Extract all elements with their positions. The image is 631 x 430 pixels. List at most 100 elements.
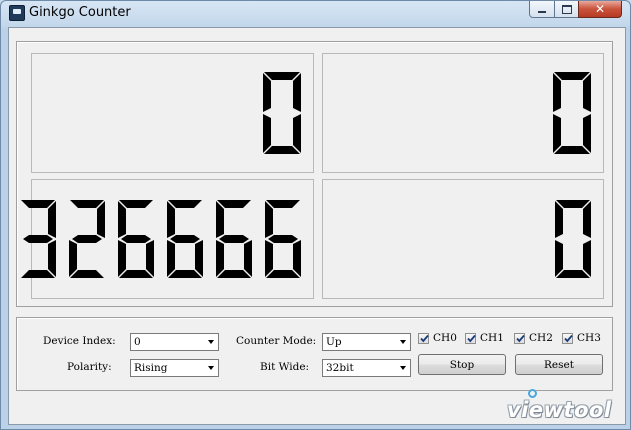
segment-f [167, 201, 175, 238]
segment-a [556, 200, 590, 208]
digit-0 [555, 200, 591, 278]
segment-g [121, 235, 151, 243]
ch3-checkbox[interactable]: CH3 [562, 331, 601, 345]
digit-2 [69, 200, 105, 278]
bit-wide-value: 32bit [326, 362, 354, 374]
digit-0 [263, 72, 301, 154]
digit-6 [167, 200, 203, 278]
counter-value-2 [553, 54, 603, 172]
viewtool-logo: viewtool [507, 388, 625, 422]
ch1-checkbox[interactable]: CH1 [465, 331, 504, 345]
stop-button[interactable]: Stop [418, 354, 506, 375]
segment-c [195, 240, 203, 277]
segment-d [556, 270, 590, 278]
seven-segment-display [263, 72, 301, 154]
chevron-down-icon [207, 340, 214, 344]
segment-b [48, 201, 56, 238]
counter-panel-4 [322, 179, 604, 299]
chevron-down-icon [207, 366, 214, 370]
segment-a [264, 72, 300, 80]
counter-panel-3 [21, 179, 314, 299]
close-icon: ✕ [594, 2, 606, 16]
segment-b [97, 201, 105, 238]
device-index-value: 0 [134, 336, 141, 348]
ch2-label: CH2 [529, 332, 553, 344]
chevron-down-icon [399, 340, 406, 344]
counter-display-group [16, 41, 613, 307]
segment-e [555, 240, 563, 277]
ch2-check-box[interactable] [514, 332, 525, 344]
ch2-checkbox[interactable]: CH2 [514, 331, 553, 345]
counter-mode-select[interactable]: Up [322, 333, 411, 351]
ch0-check-box[interactable] [418, 332, 429, 344]
ch0-label: CH0 [433, 332, 457, 344]
polarity-select[interactable]: Rising [130, 359, 219, 377]
ch3-label: CH3 [577, 332, 601, 344]
segment-d [266, 270, 300, 278]
segment-d [217, 270, 251, 278]
segment-g [23, 235, 53, 243]
segment-c [293, 240, 301, 277]
segment-e [118, 240, 126, 277]
segment-b [583, 73, 591, 112]
control-group: Device Index: 0 Polarity: Rising Counter… [16, 317, 613, 391]
segment-b [583, 201, 591, 238]
segment-e [167, 240, 175, 277]
minimize-icon [538, 10, 546, 13]
digit-3 [21, 200, 56, 278]
polarity-value: Rising [134, 362, 168, 374]
digit-6 [216, 200, 252, 278]
ch1-check-box[interactable] [465, 332, 476, 344]
title-bar[interactable]: Ginkgo Counter ✕ [1, 1, 630, 25]
segment-f [118, 201, 126, 238]
segment-d [119, 270, 153, 278]
minimize-button[interactable] [529, 1, 555, 18]
bit-wide-label: Bit Wide: [260, 361, 310, 373]
ch1-label: CH1 [480, 332, 504, 344]
counter-value-4 [555, 180, 603, 298]
segment-g [268, 235, 298, 243]
segment-e [216, 240, 224, 277]
app-icon [9, 5, 25, 21]
segment-e [553, 114, 561, 153]
maximize-button[interactable] [554, 1, 579, 18]
segment-a [554, 72, 590, 80]
segment-c [583, 240, 591, 277]
segment-f [555, 201, 563, 238]
segment-d [21, 270, 55, 278]
polarity-label: Polarity: [67, 361, 112, 373]
device-index-label: Device Index: [43, 335, 116, 347]
reset-button[interactable]: Reset [515, 354, 603, 375]
segment-g [219, 235, 249, 243]
segment-a [168, 200, 202, 208]
segment-f [216, 201, 224, 238]
counter-mode-label: Counter Mode: [236, 335, 317, 347]
app-window: Ginkgo Counter ✕ Device Index: 0 Polarit… [0, 0, 631, 430]
segment-d [168, 270, 202, 278]
maximize-icon [561, 4, 572, 14]
segment-c [146, 240, 154, 277]
watermark-text: viewtool [507, 398, 612, 422]
segment-f [553, 73, 561, 112]
close-button[interactable]: ✕ [578, 1, 622, 18]
segment-e [263, 114, 271, 153]
device-index-select[interactable]: 0 [130, 333, 219, 351]
digit-6 [118, 200, 154, 278]
window-title: Ginkgo Counter [29, 5, 131, 20]
segment-a [266, 200, 300, 208]
segment-g [170, 235, 200, 243]
seven-segment-display [555, 200, 591, 278]
bit-wide-select[interactable]: 32bit [322, 359, 411, 377]
segment-a [21, 200, 55, 208]
ch3-check-box[interactable] [562, 332, 573, 344]
segment-c [48, 240, 56, 277]
seven-segment-display [21, 200, 301, 278]
segment-b [293, 73, 301, 112]
segment-c [244, 240, 252, 277]
segment-a [119, 200, 153, 208]
segment-a [217, 200, 251, 208]
segment-e [69, 240, 77, 277]
segment-d [264, 146, 300, 154]
segment-f [265, 201, 273, 238]
ch0-checkbox[interactable]: CH0 [418, 331, 457, 345]
